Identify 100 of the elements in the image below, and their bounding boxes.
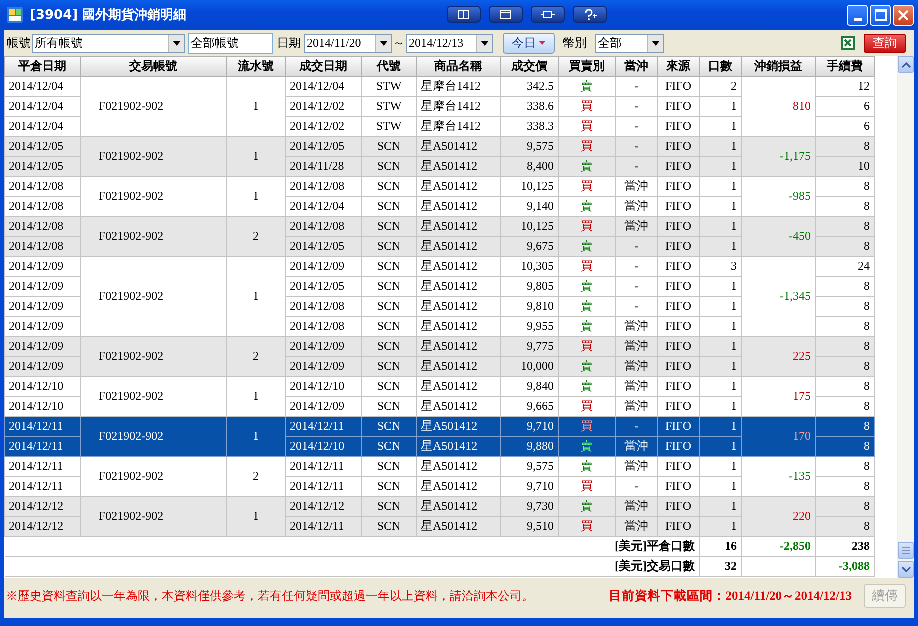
scroll-up-icon[interactable] xyxy=(902,62,910,68)
column-header[interactable]: 沖銷損益 xyxy=(742,56,816,76)
table-cell: 星A501412 xyxy=(416,296,500,316)
table-cell: 1 xyxy=(700,496,742,516)
table-cell: 賣 xyxy=(558,376,616,396)
table-cell: 2014/12/10 xyxy=(286,376,362,396)
scroll-down-icon[interactable] xyxy=(902,566,910,572)
dropdown-arrow-icon xyxy=(172,40,180,46)
query-button[interactable]: 查詢 xyxy=(864,34,906,52)
column-header[interactable]: 成交價 xyxy=(500,56,558,76)
table-cell: SCN xyxy=(362,496,416,516)
table-cell: 2014/12/11 xyxy=(286,416,362,436)
table-cell: 1 xyxy=(700,176,742,196)
minimize-icon xyxy=(854,18,862,20)
table-cell: 星A501412 xyxy=(416,156,500,176)
column-header[interactable]: 買賣別 xyxy=(558,56,616,76)
grip-icon[interactable] xyxy=(902,546,910,554)
table-cell: 買 xyxy=(558,176,616,196)
account-input[interactable]: 全部帳號 xyxy=(188,32,273,54)
table-cell: 1 xyxy=(700,416,742,436)
currency-select[interactable]: 全部 xyxy=(595,34,664,52)
table-cell: 星A501412 xyxy=(416,416,500,436)
window-title: [3904] 國外期貨沖銷明細 xyxy=(30,7,187,24)
start-date-select[interactable]: 2014/11/20 xyxy=(304,34,392,52)
table-cell: 10,000 xyxy=(500,356,558,376)
table-cell: 8 xyxy=(816,416,874,436)
table-cell: 2014/12/09 xyxy=(4,356,80,376)
column-header[interactable]: 代號 xyxy=(362,56,416,76)
table-cell: 星A501412 xyxy=(416,236,500,256)
table-cell: 8 xyxy=(816,296,874,316)
table-cell: 2014/12/08 xyxy=(4,236,80,256)
table-cell: 當沖 xyxy=(616,356,658,376)
date-label: 日期 xyxy=(277,34,301,52)
table-cell: 1 xyxy=(700,436,742,456)
table-cell: 8 xyxy=(816,236,874,256)
dropdown-arrow-icon xyxy=(380,40,388,46)
table-cell: 星A501412 xyxy=(416,376,500,396)
table-cell: 買 xyxy=(558,96,616,116)
table-cell: 9,805 xyxy=(500,276,558,296)
table-cell: 3 xyxy=(700,256,742,276)
today-button[interactable]: 今日 xyxy=(503,32,555,54)
scrollbar[interactable] xyxy=(897,56,914,578)
column-header[interactable]: 當沖 xyxy=(616,56,658,76)
table-cell: 10,125 xyxy=(500,216,558,236)
close-button[interactable] xyxy=(893,4,914,26)
table-cell: 225 xyxy=(742,336,816,376)
table-cell: 2014/12/05 xyxy=(286,136,362,156)
table-cell: - xyxy=(616,136,658,156)
column-header[interactable]: 成交日期 xyxy=(286,56,362,76)
end-date-select[interactable]: 2014/12/13 xyxy=(406,34,493,52)
notice-text: ※歷史資料查詢以一年為限，本資料僅供參考，若有任何疑問或超過一年以上資料，請洽詢本公司。 xyxy=(6,588,534,604)
table-cell: 當沖 xyxy=(616,436,658,456)
maximize-icon xyxy=(874,9,886,21)
column-header[interactable]: 交易帳號 xyxy=(80,56,226,76)
column-header[interactable]: 來源 xyxy=(658,56,700,76)
table-cell: 9,510 xyxy=(500,516,558,536)
table-cell: 賣 xyxy=(558,236,616,256)
table-cell: 1 xyxy=(700,356,742,376)
table-cell: SCN xyxy=(362,236,416,256)
table-cell: FIFO xyxy=(658,496,700,516)
table-cell: 星A501412 xyxy=(416,216,500,236)
toolbar-button[interactable] xyxy=(489,6,523,23)
help-icon xyxy=(583,8,597,20)
table-cell: 2014/12/04 xyxy=(286,76,362,96)
column-header[interactable]: 流水號 xyxy=(226,56,286,76)
table-cell: 星A501412 xyxy=(416,176,500,196)
table-cell: 當沖 xyxy=(616,456,658,476)
table-cell: 2014/12/08 xyxy=(286,176,362,196)
table-cell: 2014/12/09 xyxy=(286,256,362,276)
toolbar-button[interactable] xyxy=(531,6,565,23)
table-cell: 12 xyxy=(816,76,874,96)
table-cell: 賣 xyxy=(558,296,616,316)
table-cell: 2014/12/09 xyxy=(4,296,80,316)
column-header[interactable]: 口數 xyxy=(700,56,742,76)
maximize-button[interactable] xyxy=(870,4,891,26)
account-label: 帳號 xyxy=(7,34,31,52)
table-cell: 1 xyxy=(700,236,742,256)
toolbar-button[interactable] xyxy=(447,6,481,23)
table-cell: SCN xyxy=(362,296,416,316)
table-cell: 賣 xyxy=(558,496,616,516)
account-select[interactable]: 所有帳號 xyxy=(32,34,185,52)
table-cell: FIFO xyxy=(658,156,700,176)
table-cell: 2014/12/09 xyxy=(4,276,80,296)
minimize-button[interactable] xyxy=(847,4,868,26)
column-header[interactable]: 平倉日期 xyxy=(4,56,80,76)
table-cell: FIFO xyxy=(658,356,700,376)
table-cell: 2014/12/02 xyxy=(286,96,362,116)
table-cell: 賣 xyxy=(558,436,616,456)
table-cell: 10,125 xyxy=(500,176,558,196)
table-cell: SCN xyxy=(362,376,416,396)
column-header[interactable]: 商品名稱 xyxy=(416,56,500,76)
table-cell: 9,575 xyxy=(500,456,558,476)
table-cell: 2014/12/08 xyxy=(286,296,362,316)
toolbar-button[interactable] xyxy=(573,6,607,23)
table-cell: SCN xyxy=(362,256,416,276)
table-cell: 2014/12/11 xyxy=(286,516,362,536)
table-cell: 8 xyxy=(816,276,874,296)
table-cell: 星摩台1412 xyxy=(416,76,500,96)
spreadsheet-icon[interactable] xyxy=(840,35,856,51)
column-header[interactable]: 手續費 xyxy=(816,56,874,76)
